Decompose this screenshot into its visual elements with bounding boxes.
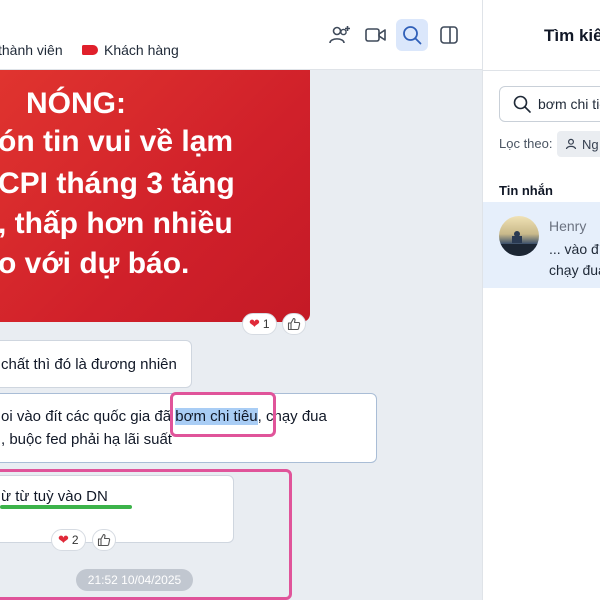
result-sender: Henry: [549, 218, 587, 234]
reaction-count: 1: [262, 317, 270, 331]
heart-icon: ❤: [249, 316, 260, 331]
message-text: chất thì đó là đương nhiên: [1, 356, 177, 373]
app-root: thành viên Khách hàng NÓNG: ón tin vui v…: [0, 0, 600, 600]
tag-customer-label: Khách hàng: [104, 42, 179, 58]
news-line-1: NÓNG:: [26, 87, 126, 120]
tag-customer[interactable]: Khách hàng: [82, 42, 179, 58]
avatar-photo-icon: [499, 231, 539, 256]
message-text-line1: oi vào đít các quốc gia đã bơm chi tiêu,…: [1, 406, 327, 428]
like-button[interactable]: [282, 313, 306, 335]
news-line-2: ón tin vui về lạm: [0, 125, 234, 158]
tag-color-icon: [82, 45, 98, 55]
news-line-3: CPI tháng 3 tăng: [0, 167, 235, 200]
filter-sender-chip[interactable]: Ng: [557, 131, 600, 157]
news-line-4: , thấp hơn nhiều: [0, 207, 233, 240]
annotation-box-message: [0, 469, 292, 600]
message-bubble[interactable]: chất thì đó là đương nhiên: [0, 340, 192, 388]
search-button[interactable]: [396, 19, 428, 51]
search-icon: [513, 95, 531, 113]
reaction-badge[interactable]: ❤ 1: [242, 313, 277, 335]
search-result-item[interactable]: Henry ... vào đí chạy đua: [483, 202, 600, 288]
toggle-sidebar-button[interactable]: [433, 19, 465, 51]
thumbs-up-icon: [287, 317, 301, 331]
panel-title: Tìm kiế: [544, 26, 600, 45]
filter-label: Lọc theo:: [499, 136, 553, 151]
tag-members-label: thành viên: [0, 42, 63, 58]
chat-panel: thành viên Khách hàng NÓNG: ón tin vui v…: [0, 0, 482, 600]
search-panel: Tìm kiế bơm chi tiê Lọc theo: Ng Tin nhắ…: [483, 0, 600, 600]
result-snippet-line2: chạy đua: [549, 262, 600, 278]
message-text-before: oi vào đít các quốc gia đã: [1, 408, 176, 425]
annotation-box-keyword: [170, 392, 276, 437]
add-member-button[interactable]: [324, 19, 356, 51]
sidebar-toggle-icon: [440, 26, 458, 44]
message-text-line2: , buộc fed phải hạ lãi suất: [1, 431, 172, 448]
person-icon: [565, 138, 577, 150]
add-member-icon: [329, 26, 350, 44]
tag-members[interactable]: thành viên: [0, 42, 63, 58]
search-query: bơm chi tiê: [538, 96, 600, 112]
search-input[interactable]: bơm chi tiê: [499, 86, 600, 122]
news-line-5: o với dự báo.: [0, 247, 190, 280]
video-call-button[interactable]: [360, 19, 392, 51]
avatar: [499, 216, 539, 256]
chat-header: thành viên Khách hàng: [0, 0, 482, 70]
results-section-label: Tin nhắn: [499, 183, 553, 198]
news-image[interactable]: NÓNG: ón tin vui về lạm CPI tháng 3 tăng…: [0, 70, 310, 322]
panel-header-divider: [483, 70, 600, 71]
result-snippet-line1: ... vào đí: [549, 241, 600, 257]
filter-chip-label: Ng: [582, 136, 599, 152]
search-icon: [403, 26, 422, 45]
video-camera-icon: [365, 28, 386, 42]
